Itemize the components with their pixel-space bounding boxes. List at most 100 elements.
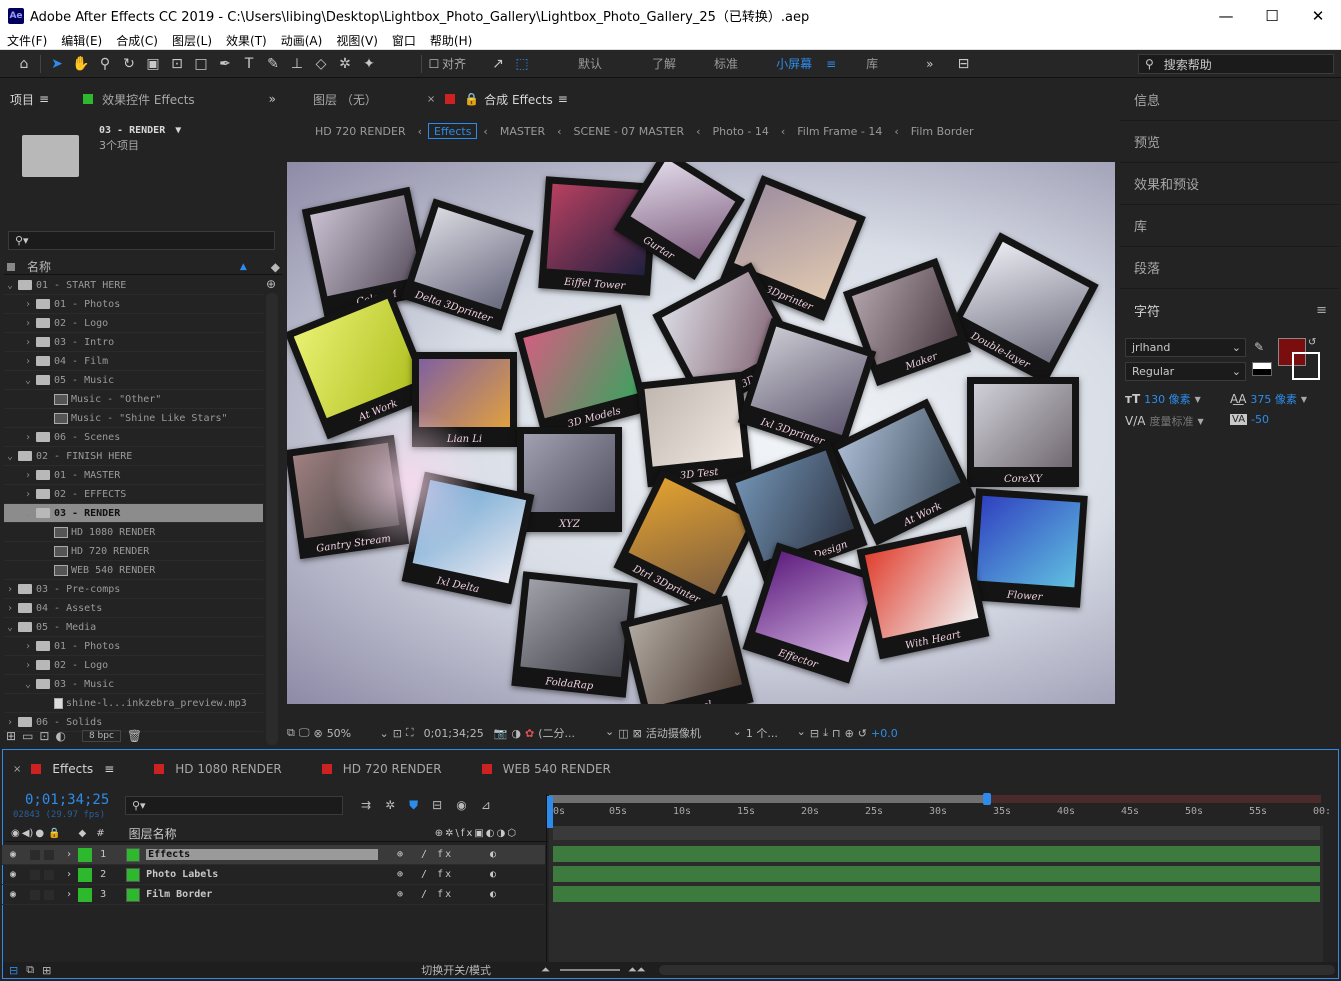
chevron-down-icon[interactable]: ▼ [1301,395,1307,404]
minimize-button[interactable]: — [1203,0,1249,31]
project-item[interactable]: Music - "Other" [4,390,263,409]
sort-up-icon[interactable]: ▲ [240,262,247,272]
motion-blur-icon[interactable]: ◉ [456,798,466,813]
layer-name[interactable]: Photo Labels [146,869,218,880]
breadcrumb-item[interactable]: Film Border [905,125,980,138]
camera-select[interactable]: 活动摄像机 ⌄ [646,725,742,741]
expand-icon[interactable]: › [66,869,72,880]
panel-paragraph[interactable]: 段落 [1120,247,1339,289]
graph-editor-icon[interactable]: ⊿ [481,798,491,813]
label-color-icon[interactable] [78,847,93,862]
lock-toggle[interactable] [44,869,55,880]
eye-icon[interactable]: ◉ [10,849,16,860]
project-item[interactable]: ⌄ 01 - START HERE [4,276,263,295]
swap-colors-icon[interactable]: ↺ [1308,337,1316,348]
help-search-field[interactable]: ⚲ 搜索帮助 [1138,54,1334,74]
zoom-in-icon[interactable]: ⏶⏶ [628,963,646,977]
disclosure-triangle-icon[interactable]: ⌄ [4,280,16,291]
delete-icon[interactable]: 🗑 [127,729,142,743]
panel-menu-icon[interactable]: ≡ [1316,303,1327,318]
layer-duration-bar[interactable] [553,846,1320,862]
audio-icon[interactable]: ◀) [22,828,34,839]
stroke-color-swatch[interactable] [1292,352,1320,380]
snap-target-icon[interactable]: ⬚ [510,52,534,76]
project-item[interactable]: ⌄ 05 - Music [4,371,263,390]
close-tab-icon[interactable]: × [427,94,435,105]
project-item[interactable]: ⌄ 03 - Music [4,675,263,694]
breadcrumb-item[interactable]: Effects [428,123,478,139]
workspace-small-screen[interactable]: 小屏幕 [762,55,826,72]
expand-icon[interactable]: › [66,889,72,900]
disclosure-triangle-icon[interactable]: ⌄ [22,508,34,519]
always-preview-icon[interactable]: ⧉ [287,726,295,740]
camera-tool-icon[interactable]: ▣ [141,52,165,76]
menu-window[interactable]: 窗口 [385,32,423,49]
project-item[interactable]: ⌄ 02 - FINISH HERE [4,447,263,466]
layer-duration-bar[interactable] [553,866,1320,882]
tab-timeline-hd720[interactable]: HD 720 RENDER [312,762,452,776]
lock-icon[interactable]: 🔒 [48,828,60,839]
audio-toggle[interactable] [30,889,41,900]
breadcrumb-item[interactable]: HD 720 RENDER [309,125,412,138]
disclosure-triangle-icon[interactable]: ⌄ [22,375,34,386]
label-icon[interactable]: ◆ [79,828,87,839]
snapshot-icon[interactable]: 📷 [494,727,508,740]
menu-help[interactable]: 帮助(H) [423,32,479,49]
layer-row[interactable]: ◉ › 1 Effects ⊕ / fx ◐ [2,845,545,865]
disclosure-triangle-icon[interactable]: ⌄ [4,451,16,462]
expand-icon[interactable]: › [66,849,72,860]
disclosure-triangle-icon[interactable]: › [22,489,34,500]
project-item[interactable]: › 06 - Scenes [4,428,263,447]
layer-name[interactable]: Film Border [146,889,212,900]
disclosure-triangle-icon[interactable]: › [22,660,34,671]
views-select[interactable]: 1 个... ⌄ [746,725,806,741]
panel-library[interactable]: 库 [1120,205,1339,247]
eyedropper-icon[interactable]: ✎ [1254,340,1264,354]
eye-icon[interactable]: ◉ [10,869,16,880]
breadcrumb-item[interactable]: Film Frame - 14 [791,125,888,138]
hand-tool-icon[interactable]: ✋ [69,52,93,76]
toggle-grid-icon[interactable]: ⊠ [633,727,642,740]
menu-edit[interactable]: 编辑(E) [54,32,109,49]
motion-blur-toggle[interactable]: ◐ [490,889,496,900]
leading-value[interactable]: 375 像素 [1250,391,1297,407]
kerning-value[interactable]: 度量标准 [1149,413,1193,429]
disclosure-triangle-icon[interactable]: › [22,641,34,652]
menu-view[interactable]: 视图(V) [329,32,385,49]
layer-switches[interactable]: ⊕ / fx [397,869,453,880]
tag-icon[interactable]: ◆ [271,260,280,274]
timeline-scrollbar[interactable] [659,965,1336,975]
menu-animation[interactable]: 动画(A) [274,32,330,49]
zoom-select[interactable]: 50% ⌄ [327,727,389,740]
panel-info[interactable]: 信息 [1120,79,1339,121]
flowchart-icon[interactable]: ⊕ [845,727,854,740]
rectangle-tool-icon[interactable]: □ [189,52,213,76]
project-item[interactable]: › 02 - Logo [4,656,263,675]
layer-duration-bar[interactable] [553,886,1320,902]
dropdown-icon[interactable]: ▼ [175,125,181,136]
zoom-tool-icon[interactable]: ⚲ [93,52,117,76]
clone-stamp-tool-icon[interactable]: ⊥ [285,52,309,76]
comp-mini-flowchart-icon[interactable]: ⇉ [361,798,371,813]
eraser-tool-icon[interactable]: ◇ [309,52,333,76]
tab-project[interactable]: 项目 ≡ [0,91,59,108]
name-column-header[interactable]: 名称 [27,258,51,275]
flowchart-icon[interactable]: ⊕ [266,277,276,291]
type-tool-icon[interactable]: T [237,52,261,76]
expand-transfer-icon[interactable]: ⧉ [26,963,34,977]
exposure-value[interactable]: +0.0 [871,727,898,740]
roto-brush-tool-icon[interactable]: ✲ [333,52,357,76]
brush-tool-icon[interactable]: ✎ [261,52,285,76]
snap-icon[interactable]: ↗ [486,52,510,76]
project-item[interactable]: shine-l...inkzebra_preview.mp3 [4,694,263,713]
white-swatch[interactable] [1252,362,1272,376]
disclosure-triangle-icon[interactable]: › [4,603,16,614]
eye-icon[interactable]: ◉ [11,828,20,839]
disclosure-triangle-icon[interactable]: › [22,318,34,329]
region-of-interest-icon[interactable]: ⊡ [393,727,402,740]
panel-menu-icon[interactable]: ≡ [39,92,49,106]
project-settings-icon[interactable]: ◐ [55,729,65,743]
project-item[interactable]: › 04 - Assets [4,599,263,618]
timecode-display[interactable]: 0;01;34;25 [424,727,484,740]
expand-panels-icon[interactable]: » [269,92,276,106]
